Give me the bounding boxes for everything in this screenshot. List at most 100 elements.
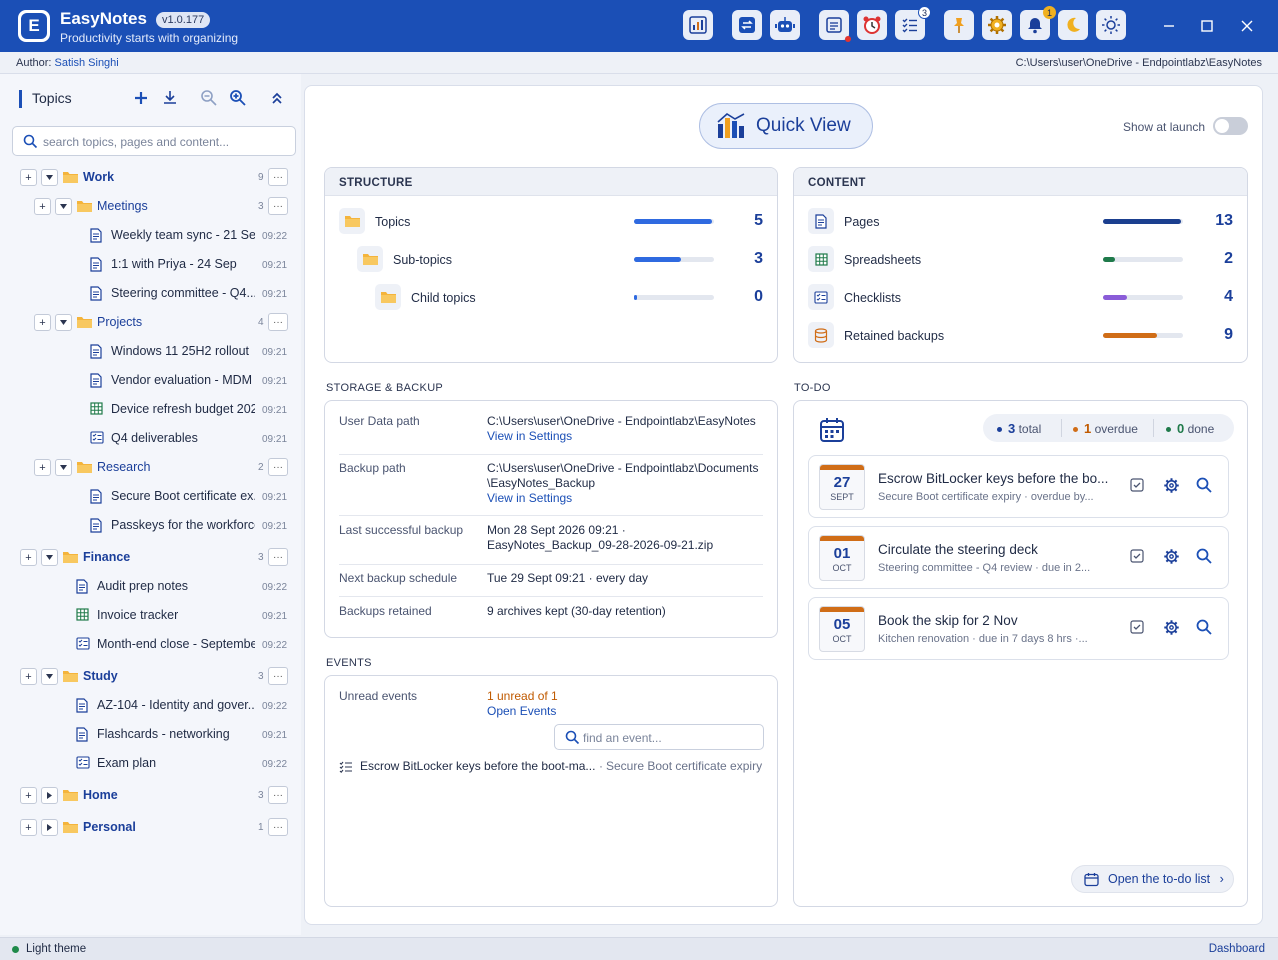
todo-settings-button[interactable] [1163, 548, 1180, 565]
collapse-toggle[interactable] [41, 787, 58, 804]
mark-done-button[interactable] [1130, 478, 1144, 492]
more-options-button[interactable]: ··· [268, 786, 288, 804]
tree-label: Month-end close - September [97, 637, 255, 651]
mark-done-button[interactable] [1130, 620, 1144, 634]
add-page-button[interactable]: + [20, 668, 37, 685]
mark-done-button[interactable] [1130, 549, 1144, 563]
add-page-button[interactable]: + [20, 787, 37, 804]
add-page-button[interactable]: + [34, 198, 51, 215]
structure-bar-fill [634, 219, 712, 224]
tree-topic[interactable]: + Finance 3 ··· [0, 544, 301, 570]
view-in-settings-link[interactable]: View in Settings [487, 491, 572, 505]
tree-topic[interactable]: + Study 3 ··· [0, 663, 301, 689]
tree-subtopic[interactable]: + Meetings 3 ··· [0, 193, 301, 219]
event-search-input[interactable]: find an event... [554, 724, 764, 750]
more-options-button[interactable]: ··· [268, 313, 288, 331]
open-todo-list-button[interactable]: Open the to-do list › [1071, 865, 1234, 893]
tree-label: Finance [83, 550, 131, 564]
maximize-button[interactable] [1197, 16, 1217, 36]
tree-page[interactable]: Windows 11 25H2 rollout 09:21 [0, 338, 301, 364]
tree-subtopic[interactable]: + Research 2 ··· [0, 454, 301, 480]
add-page-button[interactable]: + [20, 819, 37, 836]
expand-toggle[interactable] [41, 169, 58, 186]
todo-settings-button[interactable] [1163, 477, 1180, 494]
event-item[interactable]: Escrow BitLocker keys before the boot-ma… [339, 758, 769, 778]
todo-item[interactable]: 05 OCT Book the skip for 2 Nov Kitchen re… [808, 597, 1229, 660]
notifications-button[interactable]: 1 [1020, 6, 1056, 40]
tree-page[interactable]: Weekly team sync - 21 Sep 09:22 [0, 222, 301, 248]
quick-view-button[interactable]: Quick View [699, 103, 873, 149]
structure-bar-fill [634, 295, 637, 300]
tree-topic[interactable]: + Personal 1 ··· [0, 814, 301, 840]
tree-page[interactable]: Q4 deliverables 09:21 [0, 425, 301, 451]
tree-time: 09:21 [262, 289, 288, 300]
close-button[interactable] [1237, 16, 1257, 36]
content-title: CONTENT [794, 168, 1247, 196]
more-options-button[interactable]: ··· [268, 548, 288, 566]
todo-subtitle: Steering committee - Q4 review · due in … [878, 562, 1091, 574]
dark-theme-button[interactable] [1058, 10, 1088, 40]
light-theme-button[interactable] [1096, 10, 1126, 40]
tree-page[interactable]: Vendor evaluation - MDM 09:21 [0, 367, 301, 393]
pages-row: Pages 13 [794, 206, 1247, 236]
tasks-button[interactable]: 3 [895, 6, 931, 40]
show-at-launch-toggle[interactable] [1213, 117, 1248, 135]
open-events-link[interactable]: Open Events [487, 704, 556, 718]
view-in-settings-link[interactable]: View in Settings [487, 429, 572, 443]
more-options-button[interactable]: ··· [268, 818, 288, 836]
tree-page[interactable]: Steering committee - Q4... 09:21 [0, 280, 301, 306]
settings-button[interactable] [982, 10, 1012, 40]
tree-page[interactable]: 1:1 with Priya - 24 Sep 09:21 [0, 251, 301, 277]
find-todo-button[interactable] [1196, 477, 1212, 493]
author-name[interactable]: Satish Singhi [55, 57, 119, 69]
todo-item[interactable]: 01 OCT Circulate the steering deck Steeri… [808, 526, 1229, 589]
topic-search-input[interactable]: search topics, pages and content... [12, 126, 296, 156]
expand-toggle[interactable] [41, 549, 58, 566]
expand-toggle[interactable] [55, 459, 72, 476]
tree-page[interactable]: Secure Boot certificate ex... 09:21 [0, 483, 301, 509]
minimize-button[interactable] [1159, 16, 1179, 36]
expand-toggle[interactable] [41, 668, 58, 685]
collapse-all-button[interactable] [267, 88, 287, 108]
todo-settings-button[interactable] [1163, 619, 1180, 636]
todo-overdue-count: 1 [1084, 421, 1092, 436]
tree-page[interactable]: Flashcards - networking 09:21 [0, 721, 301, 747]
reminders-button[interactable] [857, 10, 887, 40]
more-options-button[interactable]: ··· [268, 458, 288, 476]
zoom-out-button[interactable] [199, 88, 219, 108]
more-options-button[interactable]: ··· [268, 197, 288, 215]
expand-toggle[interactable] [55, 314, 72, 331]
find-todo-button[interactable] [1196, 619, 1212, 635]
find-todo-button[interactable] [1196, 548, 1212, 564]
structure-bar [634, 219, 714, 224]
tree-topic[interactable]: + Home 3 ··· [0, 782, 301, 808]
planner-button[interactable] [819, 10, 851, 42]
minimize-icon [1164, 25, 1174, 27]
import-button[interactable] [160, 88, 180, 108]
tree-page[interactable]: Exam plan 09:22 [0, 750, 301, 776]
tree-page[interactable]: AZ-104 - Identity and gover... 09:22 [0, 692, 301, 718]
expand-toggle[interactable] [55, 198, 72, 215]
todo-item[interactable]: 27 SEPT Escrow BitLocker keys before the … [808, 455, 1229, 518]
tree-page[interactable]: Passkeys for the workforce 09:21 [0, 512, 301, 538]
pin-button[interactable] [944, 10, 974, 40]
tree-subtopic[interactable]: + Projects 4 ··· [0, 309, 301, 335]
tree-page[interactable]: Invoice tracker 09:21 [0, 602, 301, 628]
user-data-path: C:\Users\user\OneDrive - Endpointlabz\Ea… [487, 414, 756, 428]
more-options-button[interactable]: ··· [268, 667, 288, 685]
tree-page[interactable]: Audit prep notes 09:22 [0, 573, 301, 599]
assistant-button[interactable] [770, 10, 800, 40]
sync-button[interactable] [732, 10, 762, 40]
add-topic-button[interactable] [131, 88, 151, 108]
add-page-button[interactable]: + [20, 169, 37, 186]
tree-page[interactable]: Device refresh budget 2026 09:21 [0, 396, 301, 422]
collapse-toggle[interactable] [41, 819, 58, 836]
add-page-button[interactable]: + [34, 314, 51, 331]
add-page-button[interactable]: + [34, 459, 51, 476]
more-options-button[interactable]: ··· [268, 168, 288, 186]
tree-page[interactable]: Month-end close - September 09:22 [0, 631, 301, 657]
tree-topic[interactable]: + Work 9 ··· [0, 164, 301, 190]
add-page-button[interactable]: + [20, 549, 37, 566]
dashboard-button[interactable] [683, 10, 713, 40]
zoom-in-button[interactable] [228, 88, 248, 108]
